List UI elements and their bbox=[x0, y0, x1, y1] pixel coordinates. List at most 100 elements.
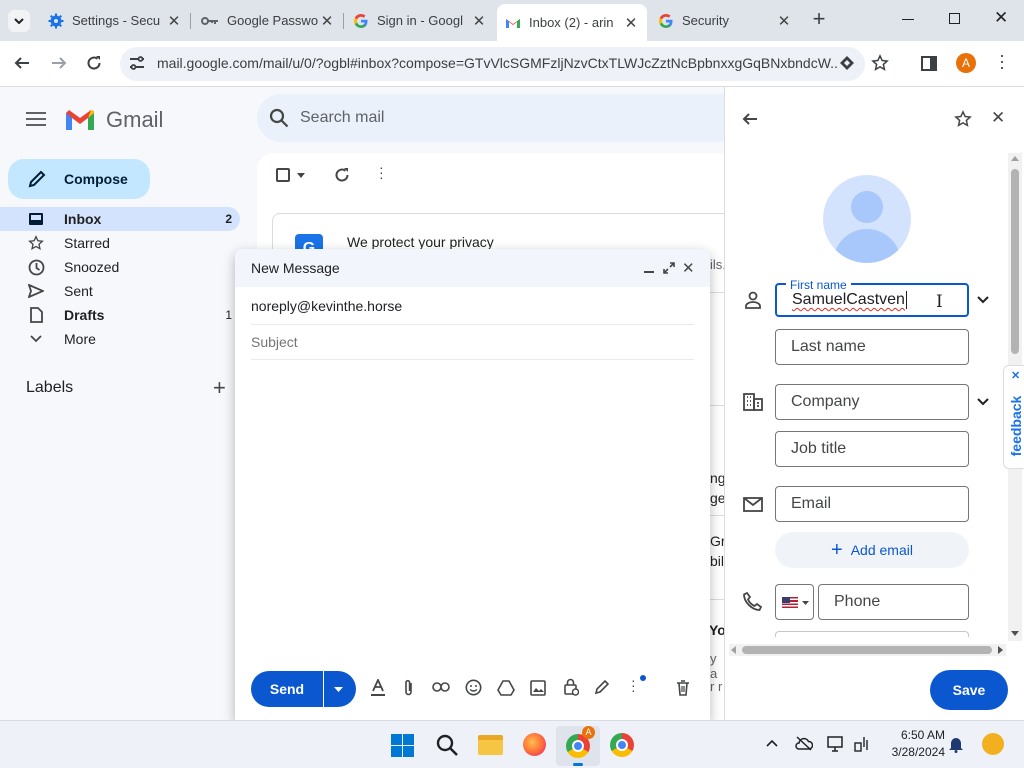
nav-item-sent[interactable]: Sent bbox=[0, 279, 240, 303]
feedback-tab[interactable]: ✕ feedback bbox=[1003, 365, 1024, 469]
company-field[interactable]: Company bbox=[775, 384, 969, 420]
expand-name-chevron-icon[interactable] bbox=[977, 296, 989, 304]
confidential-mode-icon[interactable] bbox=[563, 677, 579, 697]
email-field[interactable]: Email bbox=[775, 486, 969, 522]
nav-item-more[interactable]: More bbox=[0, 327, 240, 351]
url-text[interactable]: mail.google.com/mail/u/0/?ogbl#inbox?com… bbox=[157, 55, 837, 71]
close-tab-icon[interactable]: ✕ bbox=[319, 12, 335, 30]
tab-security[interactable]: Security ✕ bbox=[650, 6, 800, 35]
display-icon[interactable] bbox=[827, 736, 845, 752]
notification-bell-icon[interactable] bbox=[948, 735, 964, 753]
show-hidden-icons-chevron-icon[interactable] bbox=[766, 740, 778, 747]
gmail-logo-icon[interactable] bbox=[64, 108, 96, 132]
search-input[interactable]: Search mail bbox=[300, 109, 384, 127]
close-tab-icon[interactable]: ✕ bbox=[166, 12, 182, 30]
more-actions-icon[interactable]: · · · bbox=[379, 160, 384, 184]
list-item-fragment: y a bbox=[710, 651, 718, 681]
firefox-icon[interactable] bbox=[523, 733, 546, 756]
discard-draft-icon[interactable] bbox=[676, 680, 690, 696]
forward-arrow-icon[interactable] bbox=[51, 55, 67, 71]
scroll-down-arrow[interactable] bbox=[1011, 631, 1019, 636]
clock-time[interactable]: 6:50 AM bbox=[895, 728, 945, 742]
tab-gmail-inbox[interactable]: Inbox (2) - arin ✕ bbox=[497, 4, 647, 41]
nav-item-drafts[interactable]: Drafts 1 bbox=[0, 303, 240, 327]
back-arrow-icon[interactable] bbox=[14, 55, 30, 71]
windows-start-icon[interactable] bbox=[391, 734, 414, 757]
site-info-icon[interactable] bbox=[129, 55, 145, 71]
minimize-compose-icon[interactable] bbox=[644, 271, 654, 273]
fullscreen-compose-icon[interactable] bbox=[663, 262, 675, 274]
phone-field[interactable]: Phone bbox=[818, 584, 969, 620]
cloud-offline-icon[interactable] bbox=[795, 736, 813, 751]
minimize-window-button[interactable] bbox=[902, 19, 914, 20]
scrollbar-thumb[interactable] bbox=[1011, 169, 1019, 354]
scroll-up-arrow[interactable] bbox=[1011, 156, 1019, 161]
tab-search-button[interactable] bbox=[8, 10, 30, 32]
nav-item-inbox[interactable]: Inbox 2 bbox=[0, 207, 240, 231]
restore-window-button[interactable] bbox=[949, 13, 960, 24]
file-explorer-icon[interactable] bbox=[478, 735, 503, 755]
emoji-icon[interactable] bbox=[465, 679, 482, 696]
close-tab-icon[interactable]: ✕ bbox=[776, 12, 792, 30]
signature-pen-icon[interactable] bbox=[594, 679, 610, 695]
add-label-icon[interactable]: + bbox=[213, 375, 226, 401]
add-email-button[interactable]: + Add email bbox=[775, 532, 969, 568]
select-all-checkbox[interactable] bbox=[276, 168, 290, 182]
search-bar[interactable]: Search mail bbox=[257, 94, 727, 142]
refresh-icon[interactable] bbox=[334, 167, 350, 183]
add-email-label: Add email bbox=[850, 542, 913, 558]
new-tab-button[interactable]: + bbox=[808, 8, 830, 31]
more-options-icon[interactable]: · · · bbox=[631, 673, 636, 697]
reload-icon[interactable] bbox=[86, 55, 102, 71]
chrome-icon[interactable] bbox=[610, 733, 634, 757]
side-panel-icon[interactable] bbox=[921, 56, 937, 71]
contact-avatar[interactable] bbox=[823, 175, 911, 263]
subject-field[interactable]: Subject bbox=[251, 334, 298, 350]
message-body[interactable] bbox=[251, 364, 694, 664]
tab-google-passwords[interactable]: Google Passwo ✕ bbox=[193, 6, 343, 35]
more-menu-icon[interactable]: · · · bbox=[999, 46, 1005, 76]
chrome-profile-taskbar-icon[interactable]: A bbox=[556, 726, 600, 766]
nav-item-starred[interactable]: Starred bbox=[0, 231, 240, 255]
scroll-right-arrow[interactable] bbox=[998, 646, 1003, 654]
star-icon[interactable] bbox=[954, 110, 972, 128]
password-key-icon[interactable] bbox=[839, 55, 855, 71]
profile-avatar[interactable]: A bbox=[956, 53, 976, 73]
close-panel-icon[interactable]: ✕ bbox=[991, 108, 1005, 128]
horizontal-scrollbar[interactable] bbox=[729, 644, 1006, 656]
save-button[interactable]: Save bbox=[930, 670, 1008, 710]
scroll-left-arrow[interactable] bbox=[731, 646, 736, 654]
taskbar-search-icon[interactable] bbox=[436, 734, 458, 756]
send-button[interactable]: Send bbox=[251, 671, 323, 707]
close-tab-icon[interactable]: ✕ bbox=[623, 14, 639, 32]
recipient-field[interactable]: noreply@kevinthe.horse bbox=[251, 298, 402, 314]
close-feedback-icon[interactable]: ✕ bbox=[1011, 369, 1020, 382]
insert-link-icon[interactable] bbox=[432, 682, 450, 692]
network-icon[interactable] bbox=[854, 736, 870, 752]
tab-settings[interactable]: Settings - Secu ✕ bbox=[40, 6, 190, 35]
close-tab-icon[interactable]: ✕ bbox=[471, 12, 487, 30]
weather-widget-icon[interactable] bbox=[982, 733, 1004, 755]
country-code-selector[interactable] bbox=[775, 584, 814, 620]
compose-header[interactable]: New Message bbox=[235, 249, 710, 287]
send-options-button[interactable] bbox=[324, 671, 356, 707]
close-compose-icon[interactable]: ✕ bbox=[682, 259, 695, 277]
horizontal-scrollbar-thumb[interactable] bbox=[742, 646, 992, 654]
expand-company-chevron-icon[interactable] bbox=[977, 398, 989, 406]
main-menu-icon[interactable] bbox=[26, 112, 46, 126]
close-window-button[interactable]: ✕ bbox=[994, 8, 1008, 28]
last-name-field[interactable]: Last name bbox=[775, 329, 969, 365]
google-drive-icon[interactable] bbox=[497, 680, 515, 696]
select-dropdown-icon[interactable] bbox=[297, 173, 305, 178]
compose-button[interactable]: Compose bbox=[8, 159, 150, 199]
search-icon[interactable] bbox=[269, 108, 289, 128]
back-arrow-icon[interactable] bbox=[742, 112, 758, 126]
attach-file-icon[interactable] bbox=[403, 679, 415, 697]
tab-sign-in[interactable]: Sign in - Googl ✕ bbox=[345, 6, 495, 35]
clock-date[interactable]: 3/28/2024 bbox=[880, 745, 945, 759]
nav-item-snoozed[interactable]: Snoozed bbox=[0, 255, 240, 279]
insert-photo-icon[interactable] bbox=[530, 680, 546, 696]
job-title-field[interactable]: Job title bbox=[775, 431, 969, 467]
star-bookmark-icon[interactable] bbox=[871, 54, 889, 72]
text-formatting-icon[interactable] bbox=[370, 679, 386, 697]
